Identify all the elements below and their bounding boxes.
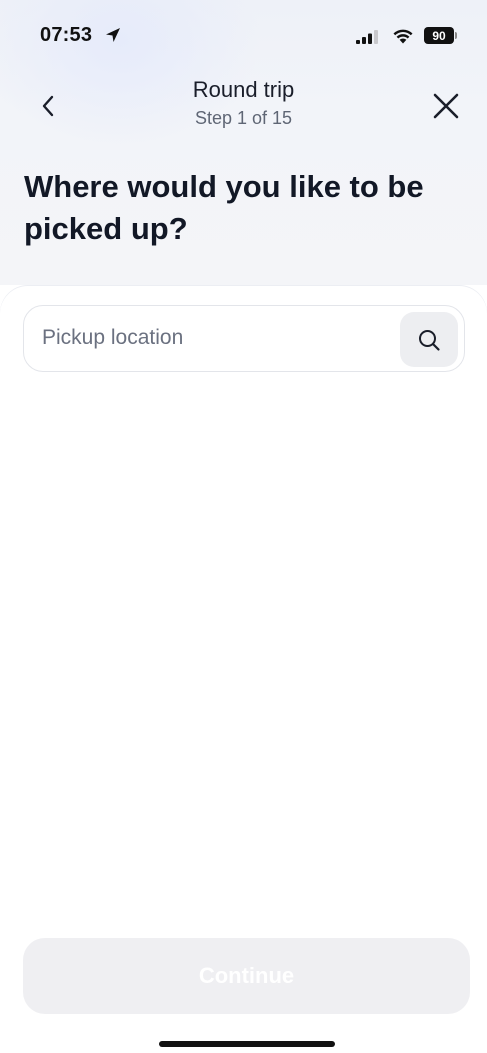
page-title: Where would you like to be picked up? [24, 169, 424, 246]
close-icon [433, 93, 459, 119]
battery-icon: 90 [424, 27, 454, 44]
signal-icon [356, 30, 378, 44]
search-icon [419, 329, 440, 351]
chevron-left-icon [42, 95, 54, 117]
nav-step-indicator: Step 1 of 15 [194, 108, 293, 128]
back-button[interactable] [30, 88, 66, 124]
wifi-icon [393, 29, 413, 44]
location-arrow-icon [106, 28, 120, 42]
home-indicator [159, 1041, 335, 1047]
status-time: 07:53 [40, 24, 93, 46]
pickup-search-field[interactable] [23, 305, 465, 372]
search-button[interactable] [400, 312, 458, 367]
close-button[interactable] [426, 86, 466, 126]
pickup-location-input[interactable] [42, 316, 392, 360]
battery-cap [455, 32, 457, 39]
screen: 07:53 90 Round trip Step 1 of 15 Where w… [0, 0, 487, 1053]
status-bar: 07:53 90 [0, 0, 487, 60]
nav-title: Round trip [192, 77, 295, 102]
battery-level: 90 [432, 28, 446, 43]
continue-button[interactable]: Continue [23, 938, 470, 1014]
